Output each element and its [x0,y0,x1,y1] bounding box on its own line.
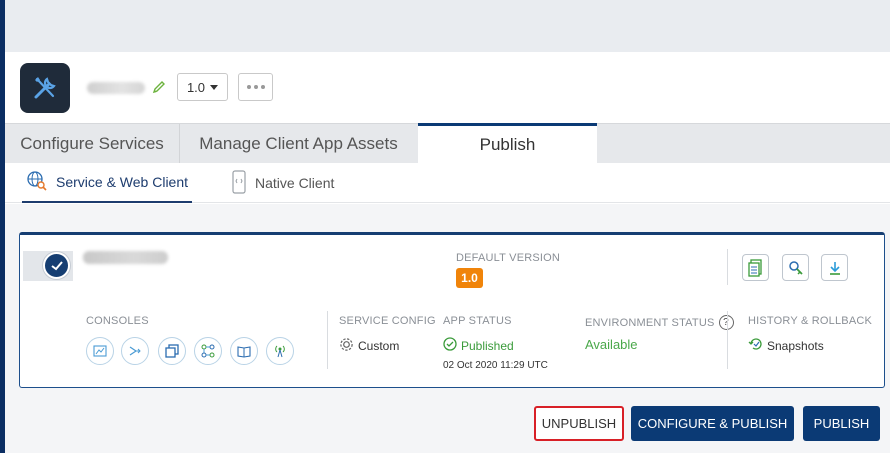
publish-content: DEFAULT VERSION 1.0 CONSOLES SERVICE CON… [5,204,890,453]
map-icon[interactable] [86,337,114,365]
divider [727,249,728,285]
app-status-time: 02 Oct 2020 11:29 UTC [443,360,548,371]
default-version-badge: 1.0 [456,268,483,288]
subtab-native-client[interactable]: Native Client [231,163,334,203]
divider [327,311,328,369]
tab-configure-services[interactable]: Configure Services [5,124,180,163]
version-select[interactable]: 1.0 [177,73,228,101]
check-circle-icon [443,337,457,354]
app-status-label: APP STATUS [443,315,512,327]
publish-button[interactable]: PUBLISH [803,406,880,441]
more-dots-icon [246,85,251,89]
gear-icon [339,337,354,355]
more-options-button[interactable] [238,73,273,101]
history-icon [748,337,764,354]
globe-search-icon [26,170,48,195]
service-config-value[interactable]: Custom [339,337,399,355]
top-strip [5,0,890,52]
download-icon[interactable] [821,254,848,281]
tab-manage-client-app-assets[interactable]: Manage Client App Assets [180,124,417,163]
broadcast-icon[interactable] [266,337,294,365]
document-icon[interactable] [742,254,769,281]
environment-status-label: ENVIRONMENT STATUS ? [585,315,734,330]
unpublish-button[interactable]: UNPUBLISH [534,406,624,441]
publish-subtabs: Service & Web Client Native Client [5,163,890,203]
help-icon[interactable]: ? [718,315,734,330]
key-icon[interactable] [782,254,809,281]
main-tabs: Configure Services Manage Client App Ass… [5,123,890,164]
copy-icon[interactable] [158,337,186,365]
divider [727,311,728,369]
app-status-value: Published [443,337,514,354]
configure-publish-button[interactable]: CONFIGURE & PUBLISH [631,406,794,441]
book-icon[interactable] [230,337,258,365]
environment-status-value: Available [585,337,638,352]
network-icon[interactable] [194,337,222,365]
service-card: DEFAULT VERSION 1.0 CONSOLES SERVICE CON… [19,232,885,388]
tab-publish[interactable]: Publish [418,123,597,164]
flow-icon[interactable] [121,337,149,365]
snapshots-link[interactable]: Snapshots [748,337,824,354]
caret-down-icon [210,84,219,90]
default-version-label: DEFAULT VERSION [456,252,561,264]
history-rollback-label: HISTORY & ROLLBACK [748,315,873,327]
service-name-redacted [83,251,168,264]
service-config-label: SERVICE CONFIG [339,315,436,327]
app-name-redacted [87,82,145,94]
check-icon[interactable] [43,252,70,279]
app-header: 1.0 [5,52,890,124]
consoles-label: CONSOLES [86,315,149,327]
version-select-value: 1.0 [186,79,206,95]
subtab-service-web-client[interactable]: Service & Web Client [22,163,193,203]
mobile-icon [231,169,247,197]
tools-icon[interactable] [20,63,70,113]
pencil-icon[interactable] [151,79,167,95]
